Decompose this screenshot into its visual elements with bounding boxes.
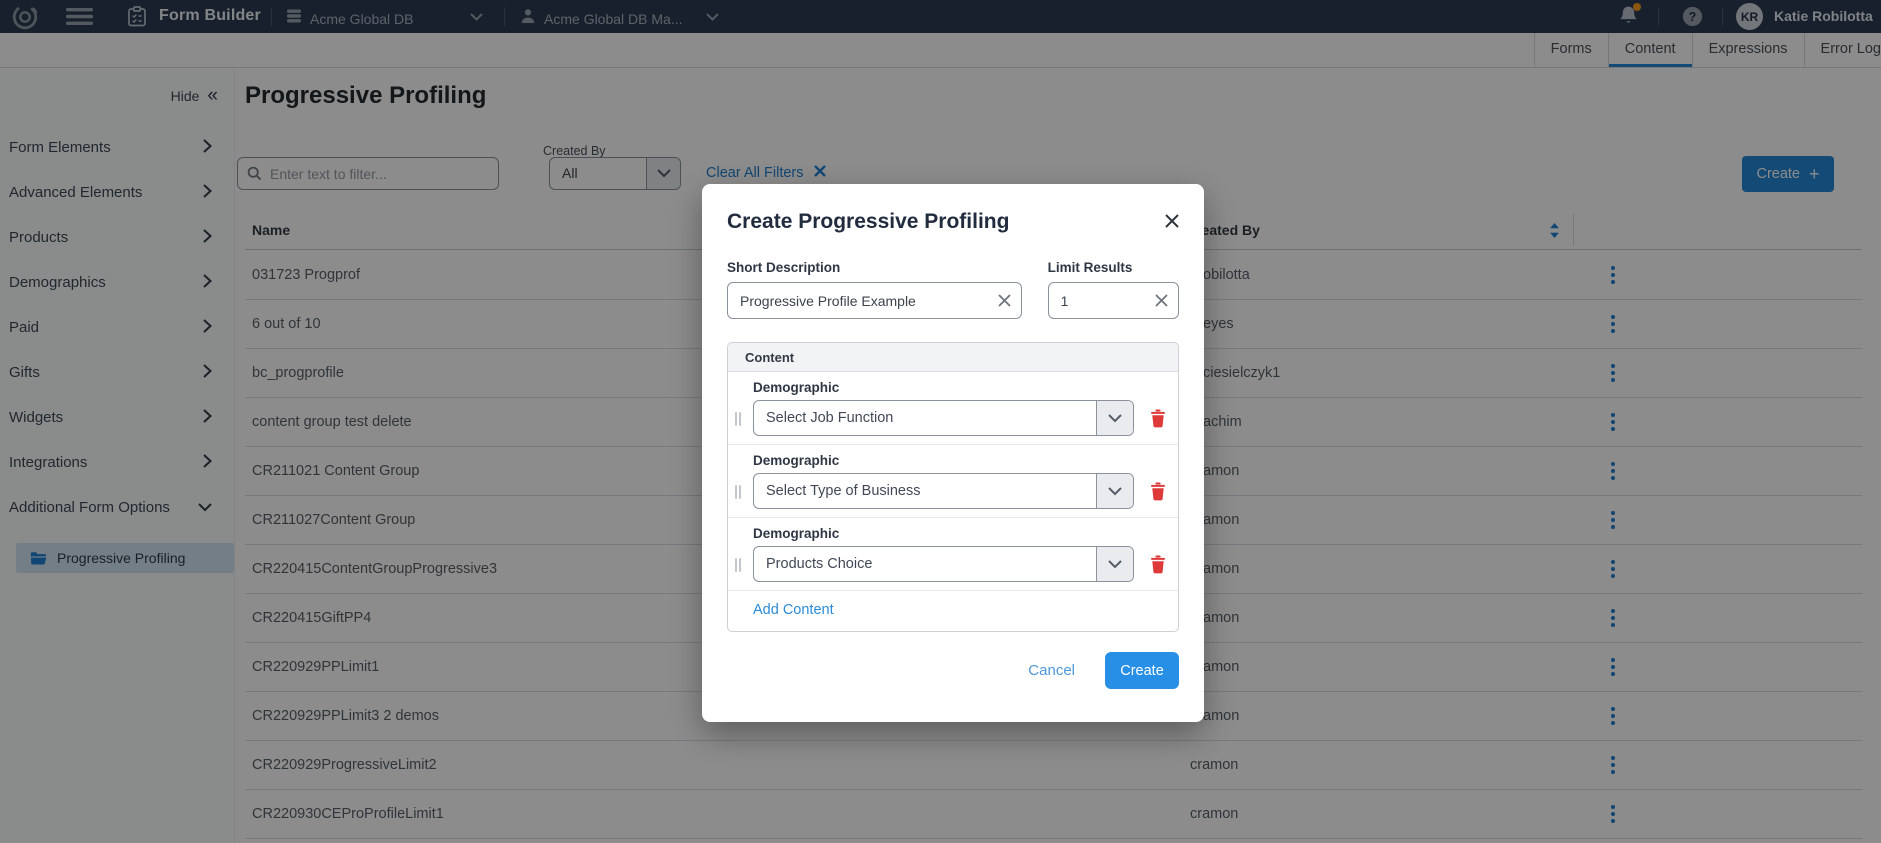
- short-description-field: Short Description Progressive Profile Ex…: [727, 260, 1022, 319]
- short-description-input[interactable]: Progressive Profile Example: [727, 282, 1022, 319]
- add-content-link[interactable]: Add Content: [753, 602, 834, 618]
- short-description-label: Short Description: [727, 260, 1022, 275]
- content-item-label: Demographic: [753, 526, 1134, 541]
- modal-title: Create Progressive Profiling: [727, 210, 1009, 234]
- clear-input-icon[interactable]: [998, 294, 1011, 307]
- demographic-select[interactable]: Select Type of Business: [753, 473, 1134, 509]
- content-item: Demographic Select Job Function: [728, 372, 1178, 444]
- drag-handle-icon[interactable]: [735, 485, 741, 499]
- content-item: Demographic Select Type of Business: [728, 444, 1178, 517]
- drag-handle-icon[interactable]: [735, 412, 741, 426]
- create-progressive-profiling-modal: Create Progressive Profiling Short Descr…: [702, 184, 1204, 722]
- content-section: Content Demographic Select Job Function …: [727, 342, 1179, 632]
- cancel-button[interactable]: Cancel: [1028, 662, 1075, 679]
- chevron-down-icon: [1096, 547, 1133, 581]
- delete-content-icon[interactable]: [1149, 409, 1167, 433]
- demographic-select-value: Select Job Function: [754, 401, 1096, 435]
- modal-create-button[interactable]: Create: [1105, 652, 1179, 689]
- delete-content-icon[interactable]: [1149, 482, 1167, 506]
- demographic-select[interactable]: Products Choice: [753, 546, 1134, 582]
- demographic-select-value: Products Choice: [754, 547, 1096, 581]
- limit-results-field: Limit Results 1: [1048, 260, 1179, 319]
- limit-results-value: 1: [1061, 293, 1155, 309]
- short-description-value: Progressive Profile Example: [740, 293, 998, 309]
- delete-content-icon[interactable]: [1149, 555, 1167, 579]
- modal-fields: Short Description Progressive Profile Ex…: [702, 260, 1204, 319]
- modal-footer: Cancel Create: [702, 632, 1204, 689]
- chevron-down-icon: [1096, 474, 1133, 508]
- demographic-select-value: Select Type of Business: [754, 474, 1096, 508]
- content-footer: Add Content: [728, 590, 1178, 619]
- chevron-down-icon: [1096, 401, 1133, 435]
- limit-results-label: Limit Results: [1048, 260, 1179, 275]
- clear-input-icon[interactable]: [1155, 294, 1168, 307]
- demographic-select[interactable]: Select Job Function: [753, 400, 1134, 436]
- limit-results-input[interactable]: 1: [1048, 282, 1179, 319]
- content-items: Demographic Select Job Function Demograp…: [728, 372, 1178, 590]
- drag-handle-icon[interactable]: [735, 558, 741, 572]
- content-item-label: Demographic: [753, 380, 1134, 395]
- content-item-label: Demographic: [753, 453, 1134, 468]
- content-section-header: Content: [728, 343, 1178, 372]
- close-icon[interactable]: [1165, 214, 1179, 233]
- modal-header: Create Progressive Profiling: [702, 184, 1204, 234]
- content-item: Demographic Products Choice: [728, 517, 1178, 590]
